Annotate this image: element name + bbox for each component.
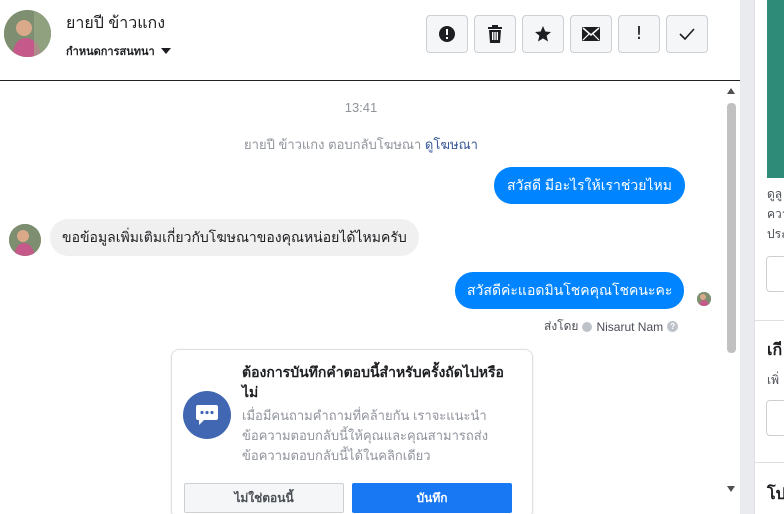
done-button[interactable] [666,15,708,53]
message-timestamp: 13:41 [344,100,378,115]
admin-badge-icon [582,321,593,332]
conversation-settings-dropdown[interactable]: กำหนดการสนทนา [66,42,171,60]
right-panel-heading: เกี [767,342,783,359]
check-icon [679,28,695,40]
read-receipt-avatar [697,292,711,306]
save-reply-card: ต้องการบันทึกคำตอบนี้สำหรับครั้งถัดไปหรื… [171,349,533,514]
spam-icon [439,26,455,42]
conversation-header: ยายปี ข้าวแกง กำหนดการสนทนา ! [0,0,740,81]
trash-icon [488,25,502,43]
save-card-title: ต้องการบันทึกคำตอบนี้สำหรับครั้งถัดไปหรื… [242,364,504,400]
ad-reply-text: ยายปี ข้าวแกง ตอบกลับโฆษณา [244,137,422,152]
sent-by-name: Nisarut Nam [596,319,664,334]
mail-icon [582,27,600,41]
save-card-body: เมื่อมีคนถามคำถามที่คล้ายกัน เราจะแนะนำข… [242,408,489,463]
delete-button[interactable] [474,15,516,53]
star-button[interactable] [522,15,564,53]
exclamation-icon: ! [635,23,643,44]
contact-avatar[interactable] [4,10,51,57]
right-panel-text: ดูลู [767,187,783,201]
sent-by-line: ส่งโดย Nisarut Nam ? [544,317,679,336]
sender-avatar [9,224,41,256]
scroll-down-arrow-icon[interactable] [727,486,735,492]
follow-up-button[interactable]: ! [618,15,660,53]
ad-preview-image[interactable] [767,0,784,178]
contact-name[interactable]: ยายปี ข้าวแกง [66,11,165,36]
right-panel-text: ประ [767,227,784,241]
sent-by-prefix: ส่งโดย [544,319,579,333]
view-ad-link[interactable]: ดูโฆษณา [425,137,478,152]
chevron-down-icon [160,48,171,54]
right-panel-button[interactable] [766,400,784,436]
message-scrollbar[interactable] [724,84,738,502]
conversation-toolbar: ! [426,15,708,53]
right-panel-button[interactable] [766,256,784,292]
chat-bubble-icon [183,391,231,439]
right-info-panel: ดูลู ควา ประ เกี เพิ่ โป [754,0,784,514]
spam-button[interactable] [426,15,468,53]
right-panel-text: เพิ่ [767,373,780,387]
chat-pane: ยายปี ข้าวแกง กำหนดการสนทนา ! 13:41 ยายป… [0,0,740,514]
help-icon[interactable]: ? [667,321,679,332]
ad-reply-notice: ยายปี ข้าวแกง ตอบกลับโฆษณา ดูโฆษณา [0,134,722,155]
scroll-thumb[interactable] [727,103,736,353]
right-panel-divider [755,462,784,463]
star-icon [535,26,551,42]
right-panel-divider [755,320,784,321]
not-now-button[interactable]: ไม่ใช่ตอนนี้ [184,483,344,513]
save-button[interactable]: บันทึก [352,483,512,513]
pane-divider [740,0,754,514]
message-bubble-outgoing[interactable]: สวัสดี มีอะไรให้เราช่วยไหม [494,167,685,204]
mark-unread-button[interactable] [570,15,612,53]
scroll-up-arrow-icon[interactable] [727,88,735,94]
message-bubble-outgoing[interactable]: สวัสดีค่ะแอดมินโชคคุณโชคนะคะ [455,272,685,309]
right-panel-text: ควา [767,207,784,221]
message-bubble-incoming[interactable]: ขอข้อมูลเพิ่มเติมเกี่ยวกับโฆษณาของคุณหน่… [50,219,419,256]
conversation-settings-label: กำหนดการสนทนา [66,46,155,58]
right-panel-heading: โป [767,486,784,503]
